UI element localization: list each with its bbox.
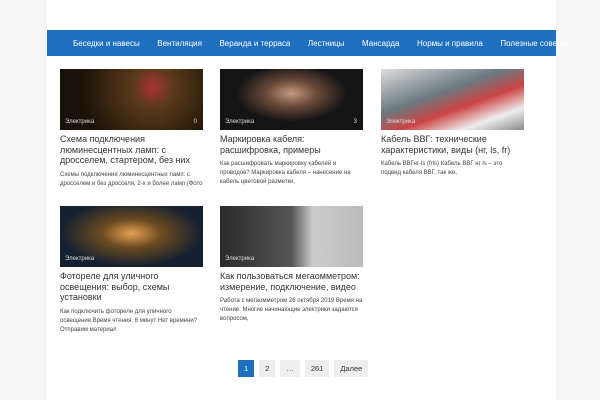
post-thumbnail[interactable]: Электрика bbox=[220, 206, 363, 267]
post-card[interactable]: Электрика Кабель ВВГ: технические характ… bbox=[381, 69, 524, 178]
nav-item[interactable]: Мансарда bbox=[362, 39, 399, 48]
post-title[interactable]: Кабель ВВГ: технические характеристики, … bbox=[381, 134, 524, 155]
category-label[interactable]: Электрика bbox=[225, 256, 254, 262]
nav-item[interactable]: Нормы и правила bbox=[417, 39, 483, 48]
category-label[interactable]: Электрика bbox=[65, 256, 94, 262]
post-title[interactable]: Фотореле для уличного освещения: выбор, … bbox=[60, 271, 203, 303]
post-title[interactable]: Как пользоваться мегаомметром: измерение… bbox=[220, 271, 363, 292]
post-thumbnail[interactable]: Электрика bbox=[60, 206, 203, 267]
pagination: 1 2 … 261 Далее bbox=[238, 360, 369, 377]
nav-item[interactable]: Лестницы bbox=[308, 39, 345, 48]
post-thumbnail[interactable]: Электрика 0 bbox=[60, 69, 203, 130]
category-label[interactable]: Электрика bbox=[386, 119, 415, 125]
post-excerpt: Кабель ВВГнг-ls (frls) Кабель ВВГ нг ls … bbox=[381, 161, 503, 176]
page-current: 1 bbox=[238, 360, 255, 377]
comment-count: 0 bbox=[193, 119, 197, 125]
comment-count: 3 bbox=[353, 119, 357, 125]
post-card[interactable]: Электрика 0 Схема подключения люминесцен… bbox=[60, 69, 203, 189]
nav-item[interactable]: Беседки и навесы bbox=[73, 39, 140, 48]
page-ellipsis: … bbox=[280, 360, 300, 377]
post-excerpt: Схемы подключения люминесцентных ламп: с… bbox=[60, 171, 203, 187]
category-label[interactable]: Электрика bbox=[225, 119, 254, 125]
post-excerpt: Как расшифровать маркировку кабелей и пр… bbox=[220, 161, 351, 185]
post-thumbnail[interactable]: Электрика 3 bbox=[220, 69, 363, 130]
nav-item[interactable]: Вентиляция bbox=[157, 39, 202, 48]
post-title[interactable]: Схема подключения люминесцентных ламп: с… bbox=[60, 134, 203, 166]
category-label[interactable]: Электрика bbox=[65, 119, 94, 125]
post-card[interactable]: Электрика Фотореле для уличного освещени… bbox=[60, 206, 203, 335]
page-link[interactable]: 261 bbox=[304, 360, 330, 377]
post-excerpt: Работа с мегаомметром 26 октября 2019 Вр… bbox=[220, 298, 363, 322]
post-excerpt: Как подключить фотореле для уличного осв… bbox=[60, 308, 198, 333]
post-card[interactable]: Электрика 3 Маркировка кабеля: расшифров… bbox=[220, 69, 363, 187]
next-page-button[interactable]: Далее bbox=[334, 360, 369, 377]
post-title[interactable]: Маркировка кабеля: расшифровка, примеры bbox=[220, 134, 363, 155]
post-thumbnail[interactable]: Электрика bbox=[381, 69, 524, 130]
nav-item[interactable]: Веранда и терраса bbox=[219, 39, 290, 48]
main-nav: Беседки и навесы Вентиляция Веранда и те… bbox=[47, 30, 566, 56]
page-content bbox=[47, 0, 556, 400]
page-link[interactable]: 2 bbox=[259, 360, 276, 377]
post-card[interactable]: Электрика Как пользоваться мегаомметром:… bbox=[220, 206, 363, 324]
nav-item[interactable]: Полезные советы bbox=[500, 39, 566, 48]
